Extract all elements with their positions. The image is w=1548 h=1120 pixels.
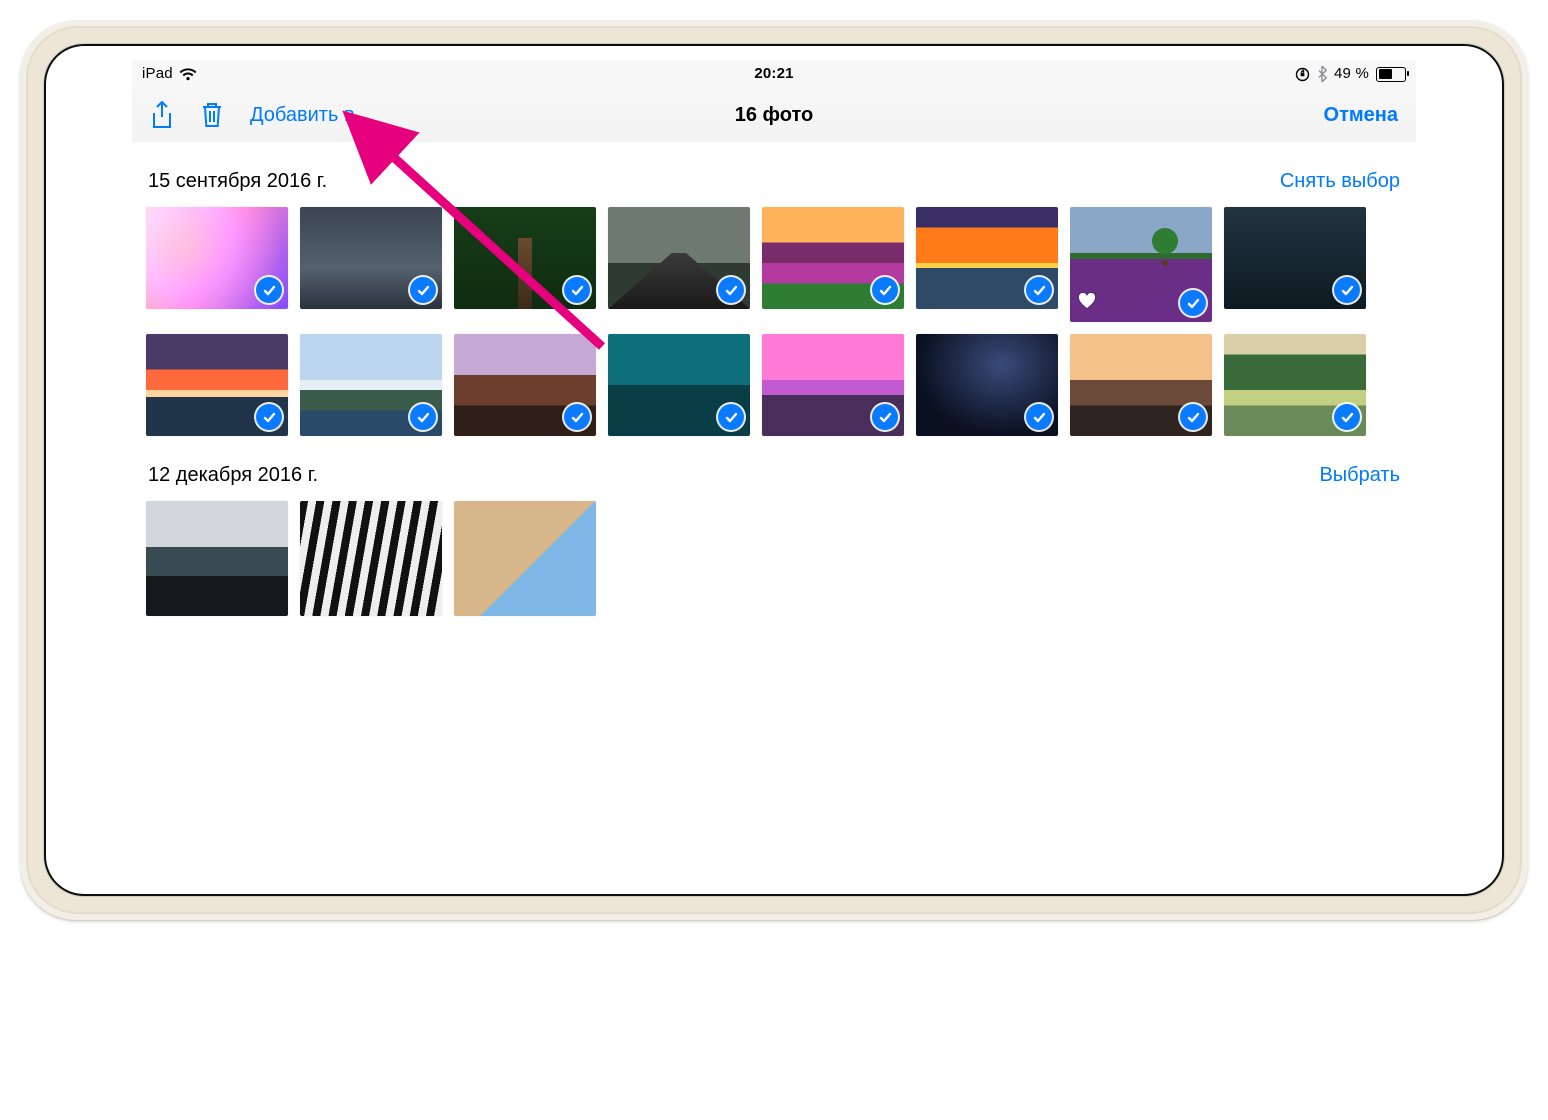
photo-grid	[146, 501, 1402, 616]
battery-fill	[1379, 69, 1393, 79]
photo-thumbnail[interactable]	[1224, 334, 1366, 436]
status-bar: iPad 20:21 49 %	[132, 60, 1416, 88]
photo-art	[454, 501, 596, 616]
selected-check-icon	[1026, 277, 1052, 303]
selected-check-icon	[1334, 277, 1360, 303]
trash-icon[interactable]	[200, 101, 224, 129]
photo-thumbnail[interactable]	[916, 207, 1058, 309]
deselect-button[interactable]: Снять выбор	[1280, 170, 1400, 193]
photo-thumbnail[interactable]	[146, 501, 288, 616]
selected-check-icon	[718, 404, 744, 430]
photo-thumbnail[interactable]	[608, 207, 750, 309]
photo-thumbnail[interactable]	[1070, 207, 1212, 322]
selected-check-icon	[872, 404, 898, 430]
photo-thumbnail[interactable]	[300, 501, 442, 616]
photo-thumbnail[interactable]	[146, 334, 288, 436]
selected-check-icon	[564, 404, 590, 430]
selected-check-icon	[1334, 404, 1360, 430]
rotation-lock-icon	[1295, 67, 1310, 82]
section-header: 12 декабря 2016 г. Выбрать	[146, 436, 1402, 501]
device-label: iPad	[142, 60, 173, 88]
section: 15 сентября 2016 г. Снять выбор	[132, 142, 1416, 436]
photo-thumbnail[interactable]	[300, 334, 442, 436]
photo-thumbnail[interactable]	[454, 207, 596, 309]
selected-check-icon	[410, 277, 436, 303]
photo-thumbnail[interactable]	[1224, 207, 1366, 309]
add-to-button[interactable]: Добавить в	[250, 104, 355, 127]
photo-grid	[146, 207, 1402, 436]
photo-thumbnail[interactable]	[146, 207, 288, 309]
photo-thumbnail[interactable]	[1070, 334, 1212, 436]
section: 12 декабря 2016 г. Выбрать	[132, 436, 1416, 616]
nav-left: Добавить в	[150, 100, 355, 130]
photo-thumbnail[interactable]	[300, 207, 442, 309]
ipad-frame: iPad 20:21 49 %	[20, 20, 1528, 920]
select-button[interactable]: Выбрать	[1319, 464, 1400, 487]
photo-detail	[518, 238, 532, 309]
cancel-button[interactable]: Отмена	[1324, 104, 1398, 127]
selected-check-icon	[1180, 290, 1206, 316]
battery-percent: 49 %	[1334, 60, 1369, 88]
nav-bar: Добавить в 16 фото Отмена	[132, 88, 1416, 143]
photo-art	[146, 501, 288, 616]
nav-title: 16 фото	[735, 104, 814, 127]
selected-check-icon	[256, 404, 282, 430]
share-icon[interactable]	[150, 100, 174, 130]
selected-check-icon	[718, 277, 744, 303]
photo-thumbnail[interactable]	[454, 334, 596, 436]
screen: iPad 20:21 49 %	[132, 60, 1416, 880]
ipad-bezel: iPad 20:21 49 %	[44, 44, 1504, 896]
selected-check-icon	[564, 277, 590, 303]
bluetooth-icon	[1317, 66, 1327, 82]
selected-check-icon	[410, 404, 436, 430]
selected-check-icon	[1026, 404, 1052, 430]
status-right: 49 %	[1295, 60, 1406, 88]
photo-detail	[1152, 228, 1178, 254]
section-title: 12 декабря 2016 г.	[148, 464, 318, 487]
content[interactable]: 15 сентября 2016 г. Снять выбор 12 декабря…	[132, 142, 1416, 880]
wifi-icon	[179, 68, 197, 81]
favorite-heart-icon	[1078, 293, 1096, 314]
selected-check-icon	[872, 277, 898, 303]
selected-check-icon	[256, 277, 282, 303]
selected-check-icon	[1180, 404, 1206, 430]
photo-thumbnail[interactable]	[454, 501, 596, 616]
photo-art	[300, 501, 442, 616]
photo-thumbnail[interactable]	[608, 334, 750, 436]
section-header: 15 сентября 2016 г. Снять выбор	[146, 142, 1402, 207]
status-left: iPad	[142, 60, 197, 88]
section-title: 15 сентября 2016 г.	[148, 170, 327, 193]
photo-thumbnail[interactable]	[762, 207, 904, 309]
photo-thumbnail[interactable]	[762, 334, 904, 436]
battery-icon	[1376, 67, 1406, 82]
status-time: 20:21	[754, 60, 793, 88]
photo-thumbnail[interactable]	[916, 334, 1058, 436]
